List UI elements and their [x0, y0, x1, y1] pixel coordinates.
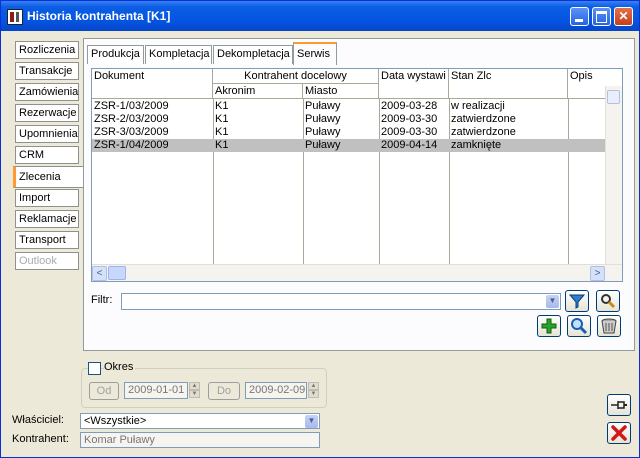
column-header-data[interactable]: Data wystawi	[379, 69, 449, 99]
app-book-icon	[7, 9, 23, 25]
window-title: Historia kontrahenta [K1]	[27, 9, 171, 23]
cell-data: 2009-04-14	[381, 139, 438, 151]
magnifier-icon	[571, 318, 588, 335]
delete-button[interactable]	[597, 315, 621, 337]
wlasciciel-label: Właściciel:	[12, 414, 64, 426]
spin-up-icon[interactable]: ▲	[308, 382, 319, 390]
sidebar-tab-rezerwacje[interactable]: Rezerwacje	[15, 104, 79, 122]
sidebar-tab-zamowienia[interactable]: Zamówienia	[15, 83, 79, 101]
close-icon: ✕	[618, 9, 629, 23]
chevron-down-icon[interactable]: ▼	[305, 415, 318, 428]
filter-label: Filtr:	[91, 294, 113, 306]
column-group-kontrahent: Kontrahent docelowy	[213, 69, 379, 84]
wlasciciel-value: <Wszystkie>	[84, 415, 147, 427]
filter-combo[interactable]: ▼	[121, 293, 561, 310]
do-date-field[interactable]: 2009-02-09	[245, 382, 307, 399]
od-date-field[interactable]: 2009-01-01	[124, 382, 188, 399]
funnel-icon	[568, 294, 586, 309]
wrench-magnifier-icon	[601, 294, 616, 309]
tab-dekompletacja[interactable]: Dekompletacja	[213, 45, 293, 64]
sidebar-tab-transport[interactable]: Transport	[15, 231, 79, 249]
add-button[interactable]	[537, 315, 561, 337]
close-window-button[interactable]: ✕	[614, 7, 633, 26]
cell-dokument: ZSR-1/04/2009	[94, 139, 169, 151]
minimize-button[interactable]	[570, 7, 589, 26]
history-window: Historia kontrahenta [K1] ✕ Rozliczenia …	[0, 0, 640, 458]
chevron-down-icon[interactable]: ▼	[546, 295, 559, 308]
cell-miasto: Puławy	[305, 126, 341, 138]
sidebar-tab-crm[interactable]: CRM	[15, 146, 79, 164]
tab-kompletacja[interactable]: Kompletacja	[145, 45, 212, 64]
column-header-miasto[interactable]: Miasto	[303, 84, 379, 99]
sidebar-tab-outlook[interactable]: Outlook	[15, 252, 79, 270]
cell-data: 2009-03-30	[381, 126, 438, 138]
maximize-button[interactable]	[592, 7, 611, 26]
cell-stan: zamknięte	[451, 139, 502, 151]
column-header-stan[interactable]: Stan Zlc	[449, 69, 568, 99]
orders-table[interactable]: Dokument Kontrahent docelowy Akronim Mia…	[91, 68, 623, 282]
scroll-left-button[interactable]: <	[92, 266, 107, 281]
pin-icon	[611, 401, 627, 409]
od-button[interactable]: Od	[89, 382, 119, 400]
horizontal-scrollbar[interactable]: < >	[92, 264, 622, 281]
column-header-akronim[interactable]: Akronim	[213, 84, 303, 99]
cell-akronim: K1	[215, 139, 229, 151]
okres-checkbox[interactable]	[88, 362, 101, 375]
cell-dokument: ZSR-3/03/2009	[94, 126, 169, 138]
do-button[interactable]: Do	[208, 382, 240, 400]
do-spinner[interactable]: ▲ ▼	[308, 382, 319, 398]
sidebar-tab-rozliczenia[interactable]: Rozliczenia	[15, 41, 79, 59]
table-row[interactable]: ZSR-2/03/2009 K1 Puławy 2009-03-30 zatwi…	[92, 113, 607, 126]
filter-button[interactable]	[565, 290, 589, 312]
table-row-selected[interactable]: ZSR-1/04/2009 K1 Puławy 2009-04-14 zamkn…	[92, 139, 607, 152]
sidebar-tab-upomnienia[interactable]: Upomnienia	[15, 125, 79, 143]
column-header-dokument[interactable]: Dokument	[92, 69, 213, 99]
sidebar-tab-reklamacje[interactable]: Reklamacje	[15, 210, 79, 228]
trash-bin-icon	[601, 318, 617, 334]
kontrahent-label: Kontrahent:	[12, 433, 69, 445]
close-button[interactable]	[607, 422, 631, 444]
cell-stan: zatwierdzone	[451, 126, 516, 138]
kontrahent-field[interactable]: Komar Puławy	[80, 432, 320, 448]
cell-akronim: K1	[215, 100, 229, 112]
spin-up-icon[interactable]: ▲	[189, 382, 200, 390]
preview-button[interactable]	[567, 315, 591, 337]
title-bar[interactable]: Historia kontrahenta [K1] ✕	[1, 1, 639, 31]
cell-akronim: K1	[215, 113, 229, 125]
cell-akronim: K1	[215, 126, 229, 138]
cell-data: 2009-03-30	[381, 113, 438, 125]
cell-miasto: Puławy	[305, 100, 341, 112]
scroll-right-button[interactable]: >	[590, 266, 605, 281]
cell-data: 2009-03-28	[381, 100, 438, 112]
vertical-scroll-thumb[interactable]	[607, 90, 620, 104]
wlasciciel-combo[interactable]: <Wszystkie> ▼	[80, 413, 320, 429]
spin-down-icon[interactable]: ▼	[189, 390, 200, 398]
cell-dokument: ZSR-1/03/2009	[94, 100, 169, 112]
cell-stan: w realizacji	[451, 100, 505, 112]
cell-dokument: ZSR-2/03/2009	[94, 113, 169, 125]
tab-produkcja[interactable]: Produkcja	[87, 45, 144, 64]
cell-miasto: Puławy	[305, 139, 341, 151]
cell-stan: zatwierdzone	[451, 113, 516, 125]
maximize-icon	[596, 11, 607, 23]
okres-label: Okres	[104, 361, 136, 373]
table-row[interactable]: ZSR-3/03/2009 K1 Puławy 2009-03-30 zatwi…	[92, 126, 607, 139]
column-header-opis[interactable]: Opis	[568, 69, 608, 99]
cell-miasto: Puławy	[305, 113, 341, 125]
sidebar-tab-transakcje[interactable]: Transakcje	[15, 62, 79, 80]
red-x-icon	[611, 425, 627, 441]
filter-builder-button[interactable]	[596, 290, 620, 312]
sidebar-tab-import[interactable]: Import	[15, 189, 79, 207]
tab-serwis[interactable]: Serwis	[293, 42, 337, 65]
sidebar-tab-zlecenia[interactable]: Zlecenia	[13, 166, 83, 188]
plus-icon	[541, 318, 557, 334]
table-row[interactable]: ZSR-1/03/2009 K1 Puławy 2009-03-28 w rea…	[92, 100, 607, 113]
horizontal-scroll-thumb[interactable]	[108, 266, 126, 280]
vertical-scrollbar[interactable]	[605, 86, 622, 265]
pin-button[interactable]	[607, 394, 631, 416]
od-spinner[interactable]: ▲ ▼	[189, 382, 200, 398]
spin-down-icon[interactable]: ▼	[308, 390, 319, 398]
minimize-icon	[575, 19, 583, 22]
